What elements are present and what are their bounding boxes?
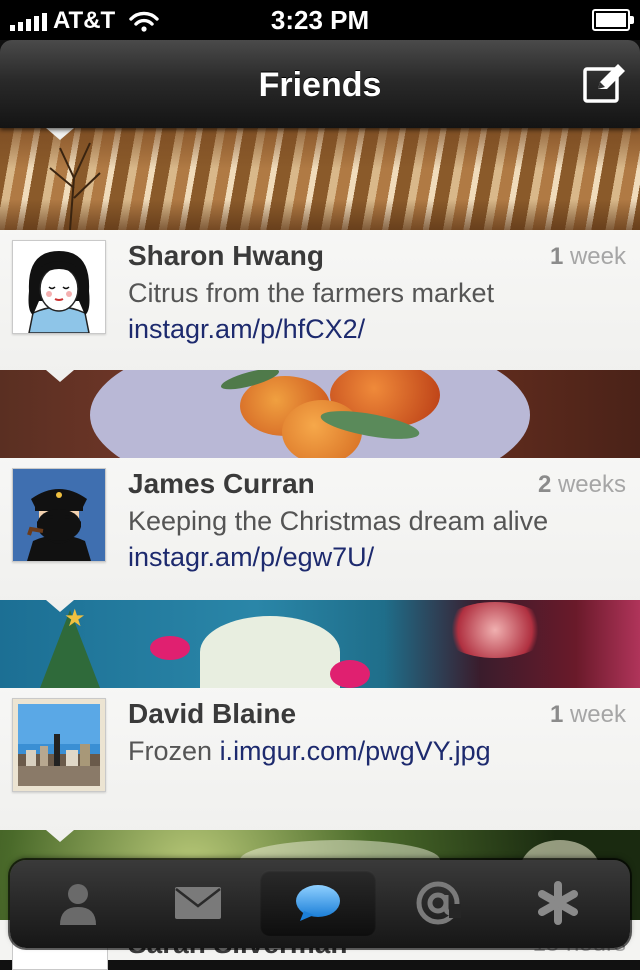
timestamp: 1 week [549, 243, 626, 270]
battery-icon [592, 9, 634, 31]
author-name[interactable]: David Blaine [128, 698, 296, 730]
tweet-link[interactable]: instagr.am/p/egw7U/ [128, 542, 374, 572]
tweet-card[interactable]: James Curran 2 weeks Keeping the Christm… [0, 458, 640, 600]
tweet-link[interactable]: instagr.am/p/hfCX2/ [128, 314, 365, 344]
chat-bubble-icon [296, 885, 340, 921]
author-name[interactable]: Sharon Hwang [128, 240, 324, 272]
clock: 3:23 PM [270, 5, 370, 35]
tweet-feed[interactable]: Sharon Hwang 1 week Citrus from the farm… [0, 128, 640, 960]
photo-strip-image[interactable] [0, 128, 640, 230]
avatar[interactable] [12, 468, 106, 562]
photo-strip-image[interactable]: ★ [0, 600, 640, 688]
status-bar: AT&T 3:23 PM [0, 0, 640, 40]
tab-profile[interactable] [20, 870, 136, 936]
page-title: Friends [258, 66, 382, 104]
avatar[interactable] [12, 240, 106, 334]
compose-icon [583, 64, 625, 103]
notch-pointer [46, 830, 74, 842]
asterisk-icon [538, 881, 578, 925]
tab-timeline[interactable] [260, 870, 376, 936]
tab-more[interactable] [500, 870, 616, 936]
tweet-text: Keeping the Christmas dream alive [128, 506, 549, 536]
tweet-text: Frozen i.imgur.com/pwgVY.jpg [128, 736, 491, 766]
tweet-link[interactable]: i.imgur.com/pwgVY.jpg [220, 736, 491, 766]
compose-button[interactable] [582, 62, 628, 104]
notch-pointer [46, 370, 74, 382]
person-icon [60, 884, 96, 925]
tree-icon [49, 142, 101, 230]
tab-mentions[interactable] [380, 870, 496, 936]
author-name[interactable]: James Curran [128, 468, 315, 500]
timestamp: 1 week [549, 701, 626, 728]
notch-pointer [46, 128, 74, 140]
tab-bar [10, 860, 630, 948]
photo-strip-image[interactable] [0, 370, 640, 458]
mail-icon [175, 887, 221, 919]
navigation-bar: Friends [0, 40, 640, 128]
tweet-card[interactable]: Sharon Hwang 1 week Citrus from the farm… [0, 230, 640, 370]
tweet-card[interactable]: David Blaine 1 week Frozen i.imgur.com/p… [0, 688, 640, 830]
at-sign-icon [416, 881, 461, 925]
notch-pointer [46, 600, 74, 612]
tab-messages[interactable] [140, 870, 256, 936]
tweet-text: Citrus from the farmers market [128, 278, 495, 308]
timestamp: 2 weeks [537, 471, 626, 498]
avatar[interactable] [12, 698, 106, 792]
